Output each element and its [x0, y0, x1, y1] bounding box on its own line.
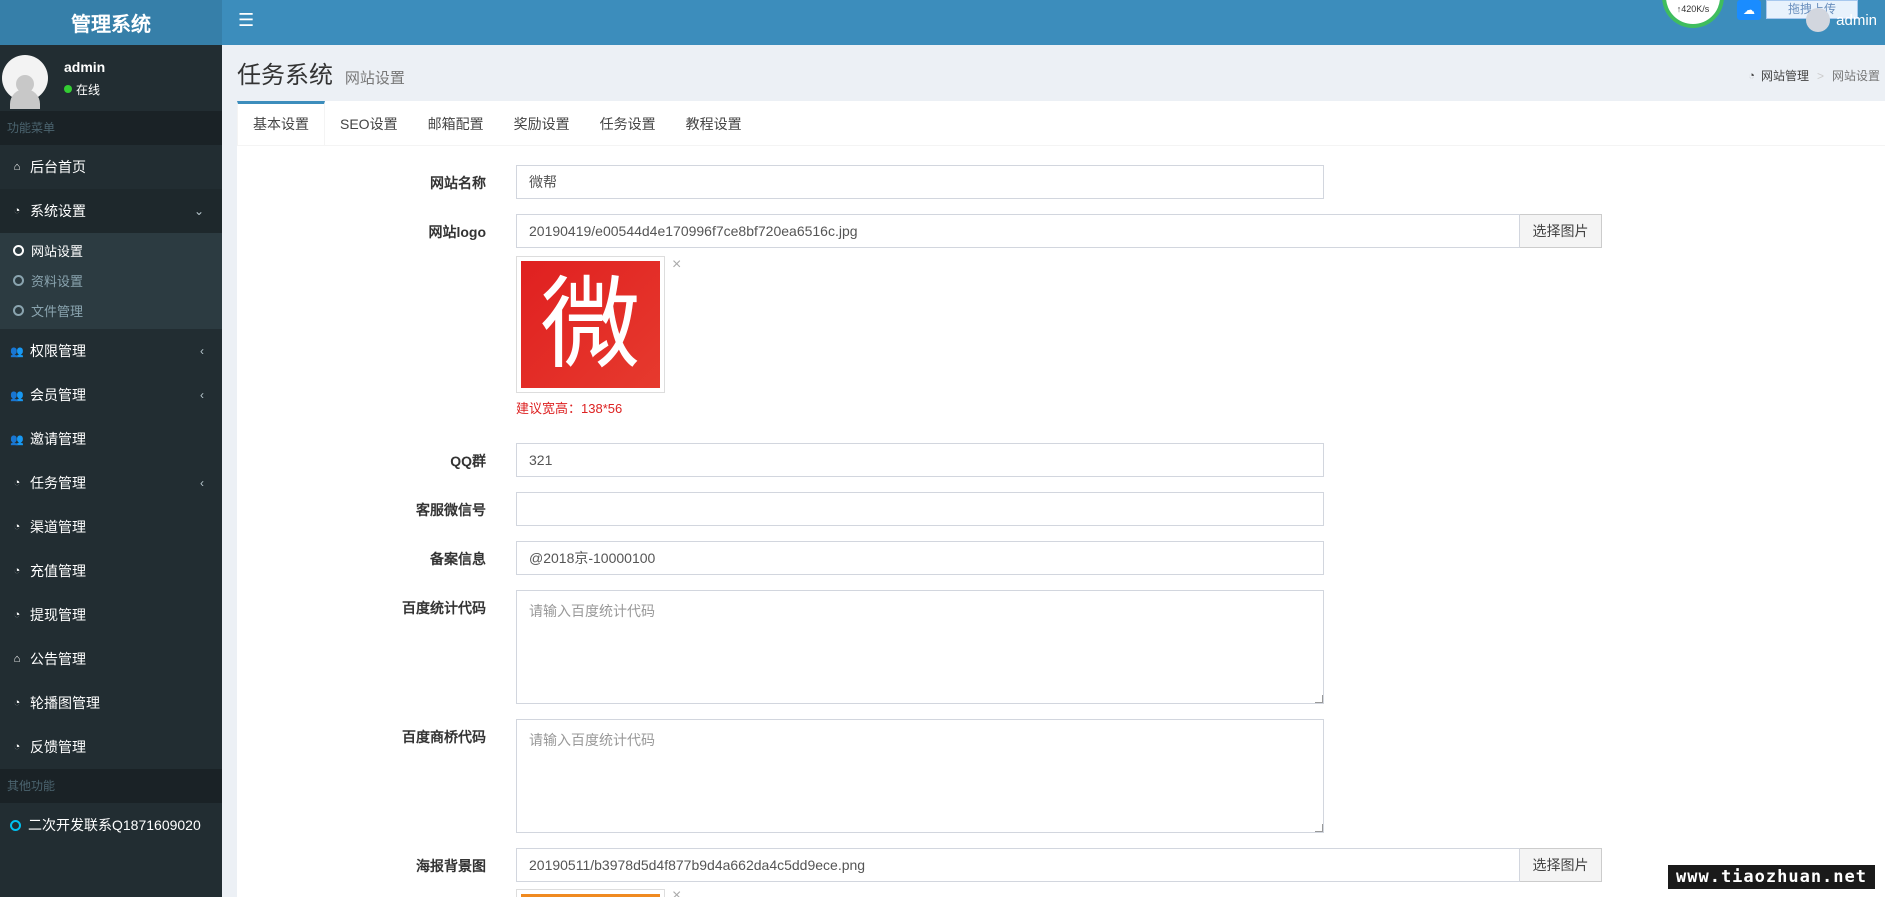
baidu-bridge-label: 百度商桥代码	[402, 729, 486, 745]
circle-icon	[13, 274, 24, 286]
breadcrumb: ◔ 网站管理 > 网站设置	[1748, 67, 1880, 84]
dashboard-icon: ◔	[13, 697, 21, 709]
site-logo-field: 20190419/e00544d4e170996f7ce8bf720ea6516…	[516, 214, 1602, 248]
cloud-icon[interactable]: ☁	[1737, 0, 1761, 20]
chevron-left-icon: ‹	[200, 388, 204, 402]
sidebar-item-contact[interactable]: 二次开发联系Q1871609020	[0, 803, 222, 847]
baidu-stats-textarea[interactable]: 请输入百度统计代码	[516, 590, 1324, 704]
select-logo-button[interactable]: 选择图片	[1520, 214, 1602, 248]
status-badge: 在线	[64, 81, 105, 98]
logo-size-hint: 建议宽高：138*56	[516, 401, 623, 416]
network-speed: ↑420K/s	[1676, 4, 1710, 14]
sidebar-item-permissions[interactable]: 👥 权限管理 ‹	[0, 329, 222, 373]
settings-tabs: 基本设置 SEO设置 邮箱配置 奖励设置 任务设置 教程设置	[237, 101, 1885, 146]
dashboard-icon: ◔	[13, 521, 21, 533]
sidebar-item-invites[interactable]: 👥 邀请管理	[0, 417, 222, 461]
circle-icon	[13, 304, 24, 316]
avatar	[1806, 8, 1831, 32]
tab-email[interactable]: 邮箱配置	[413, 101, 499, 146]
icp-label: 备案信息	[430, 551, 486, 567]
tab-seo[interactable]: SEO设置	[325, 101, 413, 146]
poster-bg-input[interactable]: 20190511/b3978d5d4f877b9d4a662da4c5dd9ec…	[516, 848, 1520, 882]
dashboard-icon: ◔	[13, 205, 21, 217]
sidebar-item-tasks[interactable]: ◔ 任务管理 ‹	[0, 461, 222, 505]
logo-image: 微	[521, 261, 660, 388]
chevron-left-icon: ‹	[200, 476, 204, 490]
dashboard-icon: ◔	[13, 741, 21, 753]
home-icon: ⌂	[13, 161, 21, 173]
sidebar-item-carousel[interactable]: ◔ 轮播图管理	[0, 681, 222, 725]
site-name-input[interactable]: 微帮	[516, 165, 1324, 199]
users-icon: 👥	[10, 433, 24, 446]
poster-preview	[516, 889, 665, 897]
dashboard-icon: ◔	[13, 609, 21, 621]
sidebar-item-announcements[interactable]: ⌂ 公告管理	[0, 637, 222, 681]
submenu-system-settings: 网站设置 资料设置 文件管理	[0, 233, 222, 329]
sidebar: admin 在线 功能菜单 ⌂ 后台首页 ◔ 系统设置 ⌄ 网站设置 资料设置 文件管…	[0, 45, 222, 897]
home-icon: ⌂	[13, 653, 21, 665]
resize-handle[interactable]	[1315, 695, 1323, 703]
menu-header-other: 其他功能	[0, 769, 222, 803]
sidebar-subitem-site-settings[interactable]: 网站设置	[0, 235, 222, 265]
breadcrumb-current: 网站设置	[1831, 69, 1880, 83]
dashboard-icon: ◔	[1748, 69, 1755, 82]
chevron-down-icon: ⌄	[193, 204, 204, 218]
content-header: 任务系统 网站设置 ◔ 网站管理 > 网站设置	[237, 55, 1885, 95]
app-logo[interactable]: 管理系统	[0, 0, 222, 45]
network-speed-widget: ↑420K/s	[1662, 0, 1724, 28]
tab-rewards[interactable]: 奖励设置	[499, 101, 585, 146]
sidebar-subitem-profile-settings[interactable]: 资料设置	[0, 265, 222, 295]
sidebar-toggle-icon[interactable]: ☰	[238, 10, 254, 31]
service-wechat-label: 客服微信号	[416, 502, 486, 518]
sidebar-item-feedback[interactable]: ◔ 反馈管理	[0, 725, 222, 769]
logo-preview: 微	[516, 256, 665, 393]
baidu-stats-label: 百度统计代码	[402, 600, 486, 616]
poster-bg-field: 20190511/b3978d5d4f877b9d4a662da4c5dd9ec…	[516, 848, 1602, 882]
user-avatar-icon	[2, 55, 48, 109]
chevron-left-icon: ‹	[200, 344, 204, 358]
sidebar-item-recharge[interactable]: ◔ 充值管理	[0, 549, 222, 593]
page-subtitle: 网站设置	[344, 70, 405, 87]
site-logo-input[interactable]: 20190419/e00544d4e170996f7ce8bf720ea6516…	[516, 214, 1520, 248]
panel-user-name: admin	[64, 58, 106, 75]
qq-group-label: QQ群	[450, 453, 486, 469]
resize-handle[interactable]	[1315, 824, 1323, 832]
sidebar-item-channels[interactable]: ◔ 渠道管理	[0, 505, 222, 549]
breadcrumb-root[interactable]: 网站管理	[1761, 67, 1809, 84]
sidebar-item-home[interactable]: ⌂ 后台首页	[0, 145, 222, 189]
user-panel: admin 在线	[0, 45, 222, 111]
dashboard-icon: ◔	[13, 565, 21, 577]
watermark: www.tiaozhuan.net	[1668, 865, 1875, 889]
users-icon: 👥	[10, 389, 24, 402]
baidu-bridge-textarea[interactable]: 请输入百度统计代码	[516, 719, 1324, 833]
site-name-label: 网站名称	[430, 175, 486, 191]
user-menu[interactable]: admin	[1806, 0, 1877, 40]
qq-group-input[interactable]: 321	[516, 443, 1324, 477]
service-wechat-input[interactable]	[516, 492, 1324, 526]
icp-input[interactable]: @2018京-10000100	[516, 541, 1324, 575]
top-navbar: ☰ ↑420K/s ☁ 拖拽上传 admin	[222, 0, 1885, 45]
select-poster-button[interactable]: 选择图片	[1520, 848, 1602, 882]
tab-tasks[interactable]: 任务设置	[585, 101, 671, 146]
sidebar-item-system-settings[interactable]: ◔ 系统设置 ⌄	[0, 189, 222, 233]
sidebar-item-withdraw[interactable]: ◔ 提现管理	[0, 593, 222, 637]
user-name: admin	[1836, 11, 1877, 29]
online-dot-icon	[64, 85, 72, 93]
tab-basic[interactable]: 基本设置	[237, 101, 325, 146]
sidebar-subitem-file-manager[interactable]: 文件管理	[0, 295, 222, 325]
page-title: 任务系统	[237, 62, 333, 89]
poster-bg-label: 海报背景图	[416, 858, 486, 874]
site-logo-label: 网站logo	[428, 224, 486, 240]
settings-panel: 基本设置 SEO设置 邮箱配置 奖励设置 任务设置 教程设置 网站名称 微帮 网…	[237, 101, 1885, 897]
circle-icon	[13, 244, 24, 256]
menu-header-main: 功能菜单	[0, 111, 222, 145]
sidebar-item-members[interactable]: 👥 会员管理 ‹	[0, 373, 222, 417]
dashboard-icon: ◔	[13, 477, 21, 489]
circle-icon	[10, 819, 21, 831]
users-icon: 👥	[10, 345, 24, 358]
close-icon[interactable]: ×	[672, 887, 681, 897]
close-icon[interactable]: ×	[672, 256, 681, 274]
tab-tutorial[interactable]: 教程设置	[671, 101, 757, 146]
